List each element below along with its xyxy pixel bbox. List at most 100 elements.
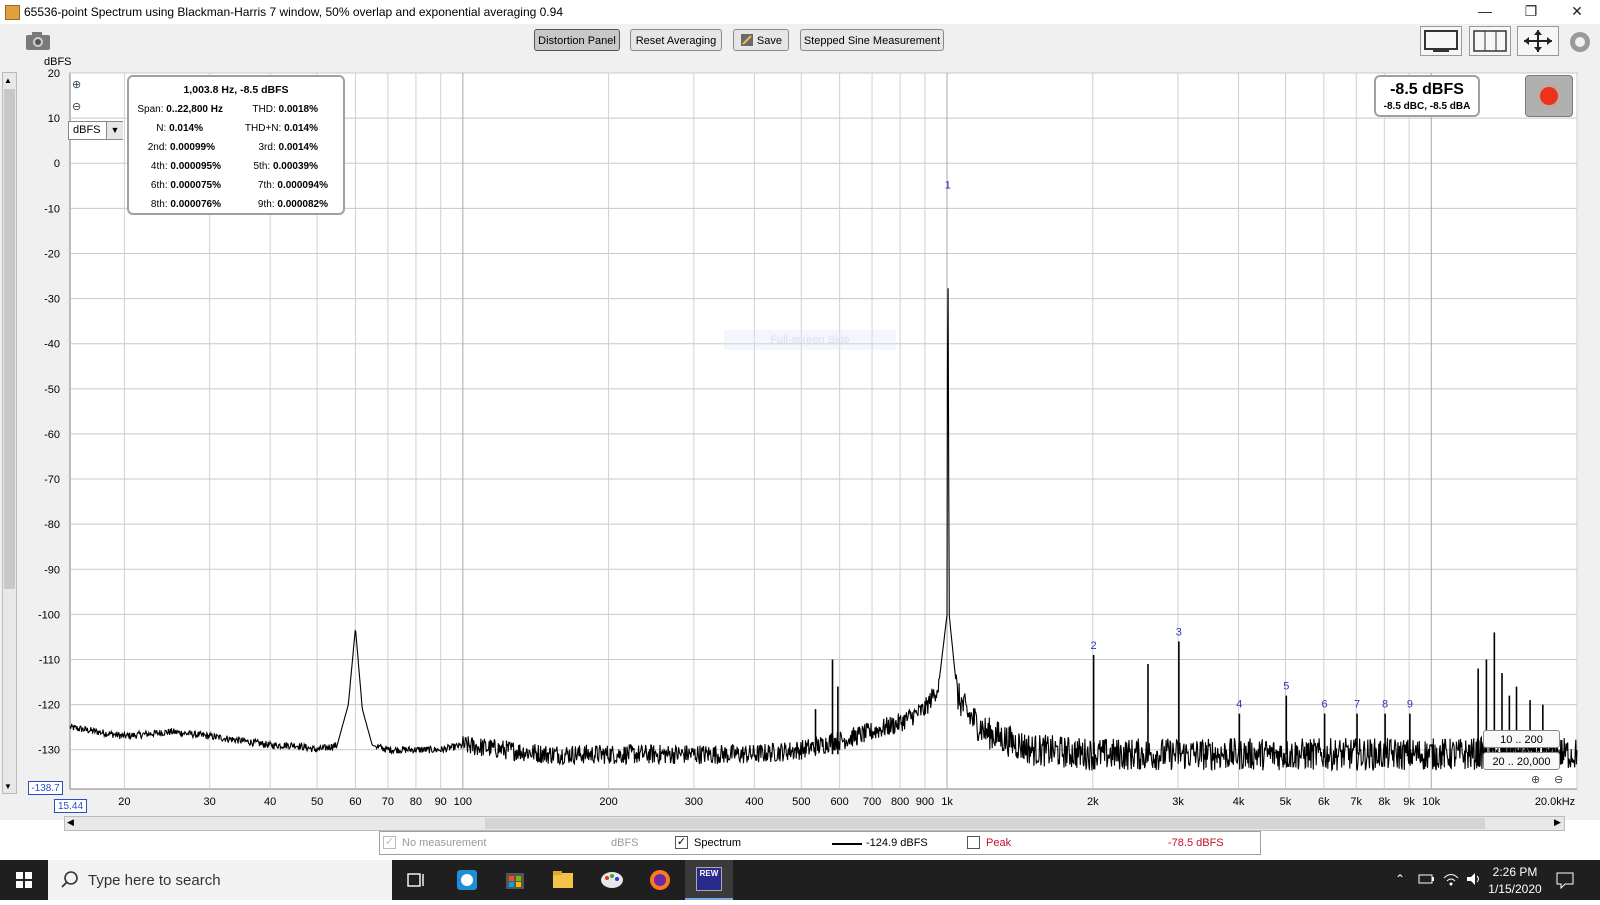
x-tick-label: 2k	[1087, 796, 1099, 808]
harmonic-marker: 2	[1091, 640, 1097, 652]
harmonic-marker: 7	[1354, 699, 1360, 711]
record-icon	[1540, 87, 1558, 105]
peak-value: -78.5 dBFS	[1168, 837, 1224, 849]
h6-value: 0.000075%	[170, 180, 221, 191]
x-tick-label: 200	[599, 796, 617, 808]
y-tick-label: -50	[44, 384, 60, 396]
x-tick-label: 20.0kHz	[1535, 796, 1575, 808]
level-meter: -8.5 dBFS -8.5 dBC, -8.5 dBA	[1374, 75, 1480, 117]
firefox-icon[interactable]	[636, 860, 684, 900]
h5-label: 5th:	[253, 161, 271, 172]
y-unit-label: dBFS	[44, 56, 72, 68]
distortion-info-box: 1,003.8 Hz, -8.5 dBFS Span: 0..22,800 Hz…	[127, 75, 345, 215]
taskbar: Type here to search REW ⌃ 2:26 PM 1/15/2…	[0, 860, 1600, 900]
y-tick-label: -100	[38, 609, 60, 621]
file-explorer-icon[interactable]	[539, 860, 587, 900]
zoom-in-y-icon[interactable]: ⊕	[72, 78, 86, 92]
wifi-icon[interactable]	[1442, 871, 1460, 892]
notification-icon[interactable]	[1555, 871, 1575, 894]
x-tick-label: 10k	[1422, 796, 1440, 808]
harmonic-marker: 6	[1322, 699, 1328, 711]
y-tick-label: 20	[48, 68, 60, 80]
skype-icon[interactable]	[443, 860, 491, 900]
thd-label: THD:	[252, 104, 276, 115]
x-tick-label: 600	[830, 796, 848, 808]
legend-bar: ✓ No measurement dBFS ✓ Spectrum -124.9 …	[379, 831, 1261, 855]
y-min-value[interactable]: -138.7	[28, 781, 63, 795]
x-tick-label: 5k	[1280, 796, 1292, 808]
thd-value: 0.0018%	[278, 104, 318, 115]
start-button[interactable]	[0, 860, 48, 900]
store-icon[interactable]	[491, 860, 539, 900]
distortion-header: 1,003.8 Hz, -8.5 dBFS	[183, 84, 289, 96]
h2-label: 2nd:	[147, 142, 168, 153]
clock-date[interactable]: 1/15/2020	[1480, 882, 1550, 896]
h6-label: 6th:	[150, 180, 168, 191]
x-tick-label: 700	[863, 796, 881, 808]
span-label: Span:	[137, 104, 164, 115]
thdn-value: 0.014%	[284, 123, 318, 134]
h3-value: 0.0014%	[278, 142, 318, 153]
x-tick-label: 100	[454, 796, 472, 808]
span-value: 0..22,800 Hz	[166, 104, 223, 115]
spectrum-label: Spectrum	[694, 837, 742, 849]
y-tick-label: -70	[44, 474, 60, 486]
range-10-200-button[interactable]: 10 .. 200	[1483, 730, 1560, 748]
task-view-icon[interactable]	[392, 860, 440, 900]
no-measurement-unit: dBFS	[611, 837, 639, 849]
x-tick-label: 80	[410, 796, 422, 808]
battery-icon[interactable]	[1418, 872, 1436, 891]
harmonic-marker: 1	[945, 180, 951, 192]
y-tick-label: -80	[44, 519, 60, 531]
zoom-out-y-icon[interactable]: ⊖	[72, 100, 86, 114]
h8-label: 8th:	[150, 199, 168, 210]
x-tick-label: 500	[792, 796, 810, 808]
x-tick-label: 300	[685, 796, 703, 808]
spectrum-checkbox[interactable]: ✓	[675, 836, 688, 849]
x-min-value[interactable]: 15.44	[54, 799, 87, 813]
x-tick-label: 30	[204, 796, 216, 808]
watermark-text: Full-screen Side	[724, 330, 896, 350]
harmonic-marker: 9	[1407, 699, 1413, 711]
x-tick-label: 900	[916, 796, 934, 808]
paint-icon[interactable]	[588, 860, 636, 900]
record-button[interactable]	[1525, 75, 1573, 117]
h7-label: 7th:	[257, 180, 275, 191]
rew-app-icon[interactable]: REW	[685, 860, 733, 900]
peak-checkbox[interactable]	[967, 836, 980, 849]
peak-label: Peak	[986, 837, 1012, 849]
y-tick-label: -10	[44, 203, 60, 215]
h5-value: 0.00039%	[272, 161, 318, 172]
x-tick-label: 40	[264, 796, 276, 808]
x-tick-label: 50	[311, 796, 323, 808]
x-tick-label: 1k	[941, 796, 953, 808]
chevron-up-icon[interactable]: ⌃	[1395, 872, 1405, 886]
h7-value: 0.000094%	[277, 180, 328, 191]
h9-label: 9th:	[257, 199, 275, 210]
noise-label: N:	[156, 123, 167, 134]
h3-label: 3rd:	[258, 142, 276, 153]
x-tick-label: 20	[118, 796, 130, 808]
x-tick-label: 70	[382, 796, 394, 808]
search-icon	[60, 870, 80, 895]
y-tick-label: -110	[39, 655, 60, 667]
range-20-20000-button[interactable]: 20 .. 20,000	[1483, 752, 1560, 770]
spectrum-line-swatch	[832, 843, 862, 845]
clock-time[interactable]: 2:26 PM	[1480, 865, 1550, 879]
y-tick-label: -90	[44, 564, 60, 576]
taskbar-search-box[interactable]: Type here to search	[48, 860, 392, 900]
y-tick-label: 0	[54, 158, 60, 170]
y-tick-label: -120	[38, 700, 60, 712]
chevron-down-icon[interactable]: ▼	[106, 122, 123, 139]
x-tick-label: 4k	[1233, 796, 1245, 808]
rew-label: REW	[696, 867, 722, 891]
h4-label: 4th:	[150, 161, 168, 172]
harmonic-marker: 5	[1283, 681, 1289, 693]
h9-value: 0.000082%	[277, 199, 328, 210]
zoom-out-x-icon[interactable]: ⊖	[1554, 773, 1563, 786]
x-tick-label: 90	[435, 796, 447, 808]
x-tick-label: 800	[891, 796, 909, 808]
x-tick-label: 8k	[1379, 796, 1391, 808]
no-measurement-label: No measurement	[402, 837, 487, 849]
zoom-in-x-icon[interactable]: ⊕	[1531, 773, 1540, 786]
